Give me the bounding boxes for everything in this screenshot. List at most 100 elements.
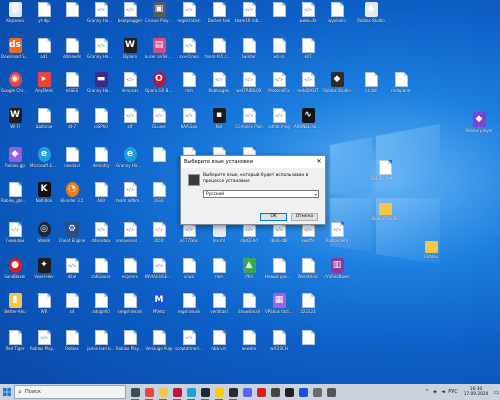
desktop-icon-dasdfhd[interactable]: dasDFhd — [236, 222, 262, 254]
desktop-icon-yt-dlp[interactable]: yt-dlp — [31, 2, 57, 34]
desktop-icon-wi-fi[interactable]: W Wi-Fi — [2, 108, 28, 140]
taskbar-app-discord[interactable] — [240, 384, 254, 400]
network-icon[interactable]: ◈ — [431, 389, 439, 395]
desktop-icon-корзина[interactable]: 🗑 Корзина — [2, 2, 28, 34]
desktop-icon-item[interactable] — [266, 2, 292, 34]
desktop-icon-rvnroxnuwe[interactable]: ▥ rVnRoxNuwe — [324, 258, 350, 290]
desktop-icon-granny-hammer[interactable]: ▬ Granny Hammer — [87, 72, 115, 104]
desktop-icon-wz-ro[interactable]: wz-ro — [266, 38, 292, 70]
desktop-icon-roblox-studio[interactable]: Roblox-studio — [371, 200, 399, 232]
taskbar-app-yandex[interactable] — [212, 384, 226, 400]
language-dropdown[interactable]: Русский ▾ — [203, 190, 319, 198]
desktop-icon-cheat-engine[interactable]: ⚙ Cheat Engine — [59, 222, 85, 254]
desktop-icon-sceptatmed-mac-0001[interactable]: sceptatmed Mac-0001 — [175, 330, 203, 362]
desktop-icon-dd-seeds[interactable]: dd/seeds — [59, 38, 85, 70]
desktop-icon-protocolfix[interactable]: ProtocolFix — [266, 72, 292, 104]
desktop-icon-verizuge-pulp[interactable]: Verizuge Pulp — [145, 330, 173, 362]
desktop-icon-opera-gx-browser[interactable]: O Opera GX Browser — [145, 72, 173, 104]
desktop-icon-wyukallo[interactable]: wyukallo — [324, 2, 350, 34]
desktop-icon-x4[interactable]: x4 — [59, 293, 85, 325]
taskbar-app-edge[interactable] — [184, 384, 198, 400]
desktop-icon-dt-7[interactable]: dt-7 — [59, 108, 85, 140]
desktop-icon-granny-hammer[interactable]: Granny Hammer — [87, 2, 115, 34]
taskbar-app-steam[interactable] — [198, 384, 212, 400]
desktop-icon-ecpenro[interactable]: ecpenro — [117, 258, 143, 290]
desktop-icon-ventitakl[interactable]: ventitakl — [206, 293, 232, 325]
desktop-icon-anydesk[interactable]: ▸ AnyDesk — [31, 72, 57, 104]
desktop-icon-nt-dat[interactable]: nt.dat — [358, 72, 384, 104]
desktop-icon-robloxdem[interactable]: Robloxdem — [324, 222, 350, 254]
desktop-icon-xtf[interactable]: xtf — [117, 108, 143, 140]
desktop-icon-team-fe5-coolcocgi[interactable]: team-fe5 coolcocgi — [205, 38, 233, 70]
clock[interactable]: 16:30 17.09.2024 — [459, 387, 493, 397]
desktop-icon-complex-plan[interactable]: Complex Plan — [235, 108, 263, 140]
desktop-icon-diplom[interactable]: W Diplom — [117, 38, 143, 70]
ok-button[interactable]: OK — [260, 213, 287, 221]
desktop-icon-ez7[interactable]: ez7 — [295, 38, 321, 70]
desktop-icon-lfhd[interactable]: ▲ lfhd — [236, 258, 262, 290]
taskbar-app-roblox[interactable] — [226, 384, 240, 400]
desktop-icon-roblox-player[interactable]: ◆ Roblox player — [465, 112, 493, 144]
desktop-icon-regshinkvik[interactable]: regshinkvik — [176, 293, 202, 325]
search-input[interactable]: ⌕ Поиск — [14, 385, 126, 399]
desktop-icon-rom[interactable]: rom — [206, 258, 232, 290]
taskbar-app-app-blue[interactable] — [296, 384, 310, 400]
desktop-icon-roblox-studio[interactable]: ◆ Roblox Studio — [323, 72, 351, 104]
desktop-icon-mvetz[interactable]: M MVetz — [146, 293, 172, 325]
desktop-icon-item[interactable] — [295, 330, 321, 362]
dialog-titlebar[interactable]: Выберите язык установки ✕ — [181, 156, 325, 168]
desktop-icon-kuser-antel2023[interactable]: ▤ kuser anTel2023 — [145, 38, 173, 70]
desktop-icon-dosk-dbl[interactable]: dosk-dbl — [266, 222, 292, 254]
desktop-icon-roblox[interactable]: Roblox — [418, 238, 444, 270]
desktop-icon-dematry[interactable]: dematry — [88, 147, 114, 179]
desktop-icon-kaa-sox[interactable]: KAA.Sox — [176, 108, 202, 140]
desktop-icon-xdmb-mng[interactable]: xdmb.mng — [266, 108, 292, 140]
taskbar-app-app-red[interactable] — [254, 384, 268, 400]
chevron-up-icon[interactable]: ^ — [423, 389, 431, 395]
start-button[interactable] — [0, 384, 14, 400]
desktop-icon-vpsbox-tactles[interactable]: ▦ VPSbox tactles — [265, 293, 293, 325]
desktop-icon-rom[interactable]: rom — [176, 72, 202, 104]
desktop-icon-kwstfo[interactable]: kwstfo — [295, 222, 321, 254]
desktop-icon-ditesxbox[interactable]: ditesxbox — [88, 222, 114, 254]
desktop-icon-redodasit[interactable]: redoDASIT — [295, 72, 321, 104]
notifications-icon[interactable]: ▭ — [493, 389, 500, 396]
desktop-icon-roblox-gp[interactable]: ◆ Roblox.gp — [2, 147, 28, 179]
desktop-icon-xcwa[interactable]: xcwa — [176, 258, 202, 290]
input-language-indicator[interactable]: РУС — [447, 389, 459, 395]
desktop-icon-kol[interactable]: ▪ Kol — [206, 108, 232, 140]
taskbar-app-chrome[interactable] — [142, 384, 156, 400]
desktop-icon-aewdm[interactable]: aewdm — [236, 330, 262, 362]
desktop-icon-crosue-playgroun[interactable]: ▣ Crosue Playgroun — [145, 2, 173, 34]
desktop-icon-wr[interactable]: WR — [31, 293, 57, 325]
desktop-icon-esses[interactable]: eSSES — [59, 72, 85, 104]
desktop-icon-roblox-players[interactable]: Roblox Players — [30, 330, 58, 362]
cancel-button[interactable]: Отмена — [291, 213, 318, 221]
desktop-icon-anniversar-ntc-dbn[interactable]: anniversar ntc-dbn — [116, 222, 144, 254]
desktop-icon-microsoft-edge[interactable]: e Microsoft Edge — [30, 147, 58, 179]
desktop-icon-roblox-players[interactable]: Roblox Players — [116, 330, 144, 362]
desktop-icon-lev-ml[interactable]: ▫ lev.ml — [206, 222, 232, 254]
taskbar-app-app-roblox-studio[interactable] — [282, 384, 296, 400]
desktop-icon-sxv-clrwa[interactable]: sxv-Clrwa — [176, 38, 202, 70]
desktop-icon-sregshinkvik[interactable]: sregshinkvik — [117, 293, 143, 325]
desktop-icon-gluxer[interactable]: GLuxer — [146, 108, 172, 140]
desktop-icon-google-chrome[interactable]: ◉ Google Chrome — [1, 72, 29, 104]
desktop-icon-гималаи[interactable]: Гималаи — [2, 222, 28, 254]
desktop-icon-sandbaxer[interactable]: ● SandBaxer — [2, 258, 28, 290]
taskbar-app-app-gray[interactable] — [310, 384, 324, 400]
desktop-icon-item[interactable] — [59, 2, 85, 34]
desktop-icon-worldslinc[interactable]: Worldslinc — [295, 258, 321, 290]
desktop-icon-шаблон[interactable]: Шаблон — [31, 108, 57, 140]
desktop-icon-jamie-bad-bear[interactable]: jamie bad bear — [87, 330, 115, 362]
desktop-icon-docker-tool[interactable]: Docker tool — [206, 2, 232, 34]
desktop-icon-noxdovl[interactable]: noxdovl — [59, 147, 85, 179]
desktop-icon-adoge00[interactable]: adoge00 — [88, 293, 114, 325]
desktop-icon-новый-документ[interactable]: Новый документ — [265, 258, 293, 290]
desktop-icon-download-studio[interactable]: ds Download Studio — [1, 38, 29, 70]
desktop-icon-blender-3-5[interactable]: ◔ Blender 3.5 — [59, 182, 85, 214]
desktop-icon-red-tiger[interactable]: Red Tiger — [2, 330, 28, 362]
desktop-icon-a00[interactable]: A00 — [88, 182, 114, 214]
taskbar-app-file-explorer[interactable] — [156, 384, 170, 400]
desktop-icon-ditel[interactable]: ditel — [59, 258, 85, 290]
